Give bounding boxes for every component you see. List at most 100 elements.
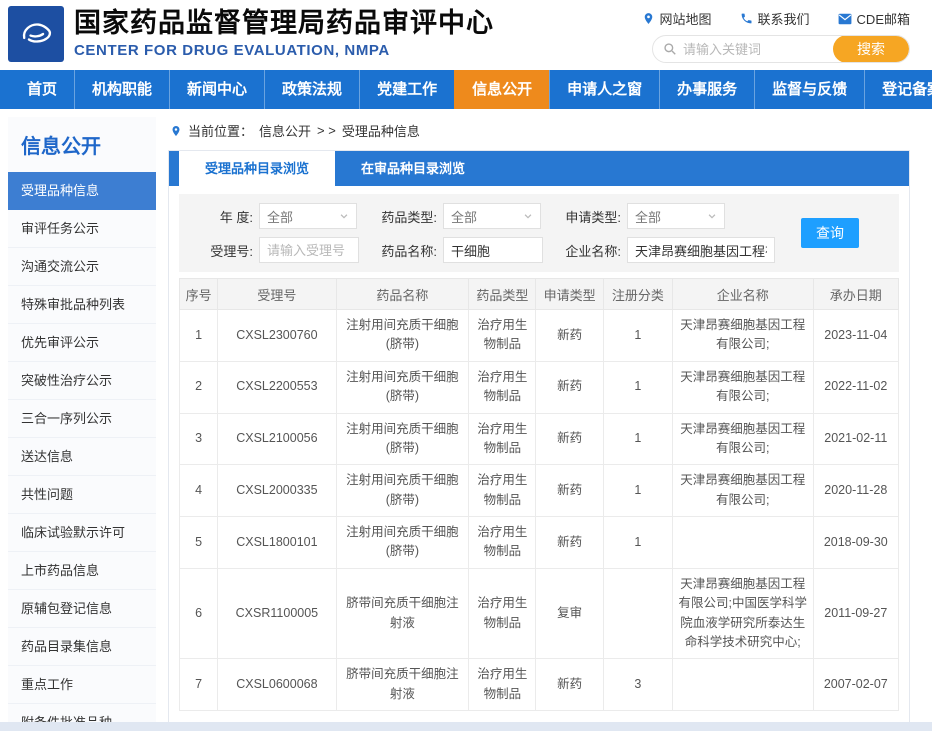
cell-company: 天津昂赛细胞基因工程有限公司; [673, 310, 814, 362]
nav-item[interactable]: 登记备案平台 [864, 70, 932, 109]
sidebar-item[interactable]: 优先审评公示 [8, 324, 156, 362]
breadcrumb-current[interactable]: 受理品种信息 [342, 121, 420, 140]
search-button[interactable]: 搜索 [833, 35, 909, 63]
cell-apply-type: 新药 [536, 517, 603, 569]
sidebar-item[interactable]: 临床试验默示许可 [8, 514, 156, 552]
breadcrumb-section[interactable]: 信息公开 [259, 121, 311, 140]
cell-reg-class: 1 [603, 517, 672, 569]
acceptance-no-label: 受理号: [191, 241, 253, 260]
site-header: 国家药品监督管理局药品审评中心 CENTER FOR DRUG EVALUATI… [0, 0, 932, 70]
tab[interactable]: 在审品种目录浏览 [335, 151, 491, 186]
search-input[interactable] [677, 42, 833, 57]
cde-logo[interactable] [8, 6, 64, 62]
location-pin-icon [642, 12, 655, 25]
drug-type-label: 药品类型: [375, 207, 437, 226]
cde-mail-label: CDE邮箱 [857, 9, 910, 28]
cell-seq: 2 [180, 361, 218, 413]
cell-apply-type: 复审 [536, 568, 603, 659]
cell-apply-type: 新药 [536, 465, 603, 517]
cell-company [673, 517, 814, 569]
cell-date: 2011-09-27 [813, 568, 898, 659]
results-table-wrap: 序号 受理号 药品名称 药品类型 申请类型 注册分 [179, 278, 899, 711]
nav-item[interactable]: 党建工作 [359, 70, 454, 109]
cell-drug-type: 治疗用生物制品 [469, 361, 536, 413]
cell-drug-name: 注射用间充质干细胞(脐带) [336, 517, 469, 569]
sidebar-item[interactable]: 沟通交流公示 [8, 248, 156, 286]
sidebar-item[interactable]: 受理品种信息 [8, 172, 156, 210]
query-button[interactable]: 查询 [801, 218, 859, 248]
cell-drug-name: 脐带间充质干细胞注射液 [336, 568, 469, 659]
site-title: 国家药品监督管理局药品审评中心 [74, 8, 494, 39]
main-content: 当前位置： 信息公开 > > 受理品种信息 受理品种目录浏览 在审品种目录浏览 [168, 117, 910, 722]
breadcrumb-prefix: 当前位置： [188, 121, 253, 140]
year-select[interactable]: 全部 [259, 203, 357, 229]
cell-acceptance-no: CXSL1800101 [218, 517, 336, 569]
nav-item[interactable]: 新闻中心 [169, 70, 264, 109]
nav-item[interactable]: 申请人之窗 [549, 70, 659, 109]
year-label: 年 度: [191, 207, 253, 226]
sitemap-link[interactable]: 网站地图 [642, 9, 712, 28]
cell-drug-type: 治疗用生物制品 [469, 568, 536, 659]
sidebar-item[interactable]: 审评任务公示 [8, 210, 156, 248]
cell-company: 天津昂赛细胞基因工程有限公司; [673, 413, 814, 465]
drug-name-input[interactable] [443, 237, 543, 263]
acceptance-no-input[interactable] [259, 237, 359, 263]
sidebar-item[interactable]: 突破性治疗公示 [8, 362, 156, 400]
cell-seq: 7 [180, 659, 218, 711]
cell-seq: 1 [180, 310, 218, 362]
tab-bar: 受理品种目录浏览 在审品种目录浏览 [169, 151, 909, 186]
cell-drug-type: 治疗用生物制品 [469, 310, 536, 362]
table-row: 3 CXSL2100056 注射用间充质干细胞(脐带) 治疗用生物制品 新药 1… [180, 413, 899, 465]
sidebar-item[interactable]: 药品目录集信息 [8, 628, 156, 666]
cell-drug-name: 脐带间充质干细胞注射液 [336, 659, 469, 711]
cell-drug-type: 治疗用生物制品 [469, 465, 536, 517]
cell-reg-class: 1 [603, 310, 672, 362]
chevron-down-icon [523, 211, 533, 221]
cell-date: 2023-11-04 [813, 310, 898, 362]
nav-item[interactable]: 办事服务 [659, 70, 754, 109]
sidebar-item[interactable]: 重点工作 [8, 666, 156, 704]
cell-company: 天津昂赛细胞基因工程有限公司; [673, 361, 814, 413]
sidebar-item[interactable]: 送达信息 [8, 438, 156, 476]
cell-date: 2022-11-02 [813, 361, 898, 413]
cell-date: 2021-02-11 [813, 413, 898, 465]
acceptance-no-field: 受理号: [191, 237, 359, 263]
tab[interactable]: 受理品种目录浏览 [179, 151, 335, 186]
filter-grid: 年 度: 全部 药品类型: 全部 [191, 203, 775, 263]
table-row: 5 CXSL1800101 注射用间充质干细胞(脐带) 治疗用生物制品 新药 1… [180, 517, 899, 569]
sidebar-item[interactable]: 上市药品信息 [8, 552, 156, 590]
nav-item[interactable]: 政策法规 [264, 70, 359, 109]
contact-link[interactable]: 联系我们 [740, 9, 810, 28]
nav-item[interactable]: 信息公开 [454, 70, 549, 109]
apply-type-select[interactable]: 全部 [627, 203, 725, 229]
search-icon [663, 42, 677, 56]
cell-acceptance-no: CXSL2200553 [218, 361, 336, 413]
sidebar-item[interactable]: 共性问题 [8, 476, 156, 514]
year-field: 年 度: 全部 [191, 203, 359, 229]
cde-mail-link[interactable]: CDE邮箱 [838, 9, 910, 28]
nav-item[interactable]: 机构职能 [74, 70, 169, 109]
drug-type-select[interactable]: 全部 [443, 203, 541, 229]
cell-reg-class: 1 [603, 465, 672, 517]
sidebar-title: 信息公开 [8, 117, 156, 172]
apply-type-select-value: 全部 [635, 207, 661, 226]
sidebar-item[interactable]: 特殊审批品种列表 [8, 286, 156, 324]
company-input[interactable] [627, 237, 775, 263]
cell-seq: 3 [180, 413, 218, 465]
nav-item[interactable]: 首页 [10, 70, 74, 109]
sidebar-item[interactable]: 三合一序列公示 [8, 400, 156, 438]
cell-apply-type: 新药 [536, 310, 603, 362]
cell-acceptance-no: CXSL2100056 [218, 413, 336, 465]
table-header-cell: 受理号 [218, 279, 336, 310]
location-pin-icon [170, 125, 182, 137]
table-header-cell: 承办日期 [813, 279, 898, 310]
year-select-value: 全部 [267, 207, 293, 226]
results-table: 序号 受理号 药品名称 药品类型 申请类型 注册分 [179, 278, 899, 711]
sidebar-item[interactable]: 原辅包登记信息 [8, 590, 156, 628]
brand: 国家药品监督管理局药品审评中心 CENTER FOR DRUG EVALUATI… [8, 0, 494, 70]
apply-type-label: 申请类型: [559, 207, 621, 226]
nav-item[interactable]: 监督与反馈 [754, 70, 864, 109]
table-header-cell: 药品名称 [336, 279, 469, 310]
cell-reg-class: 3 [603, 659, 672, 711]
table-row: 6 CXSR1100005 脐带间充质干细胞注射液 治疗用生物制品 复审 天津昂… [180, 568, 899, 659]
